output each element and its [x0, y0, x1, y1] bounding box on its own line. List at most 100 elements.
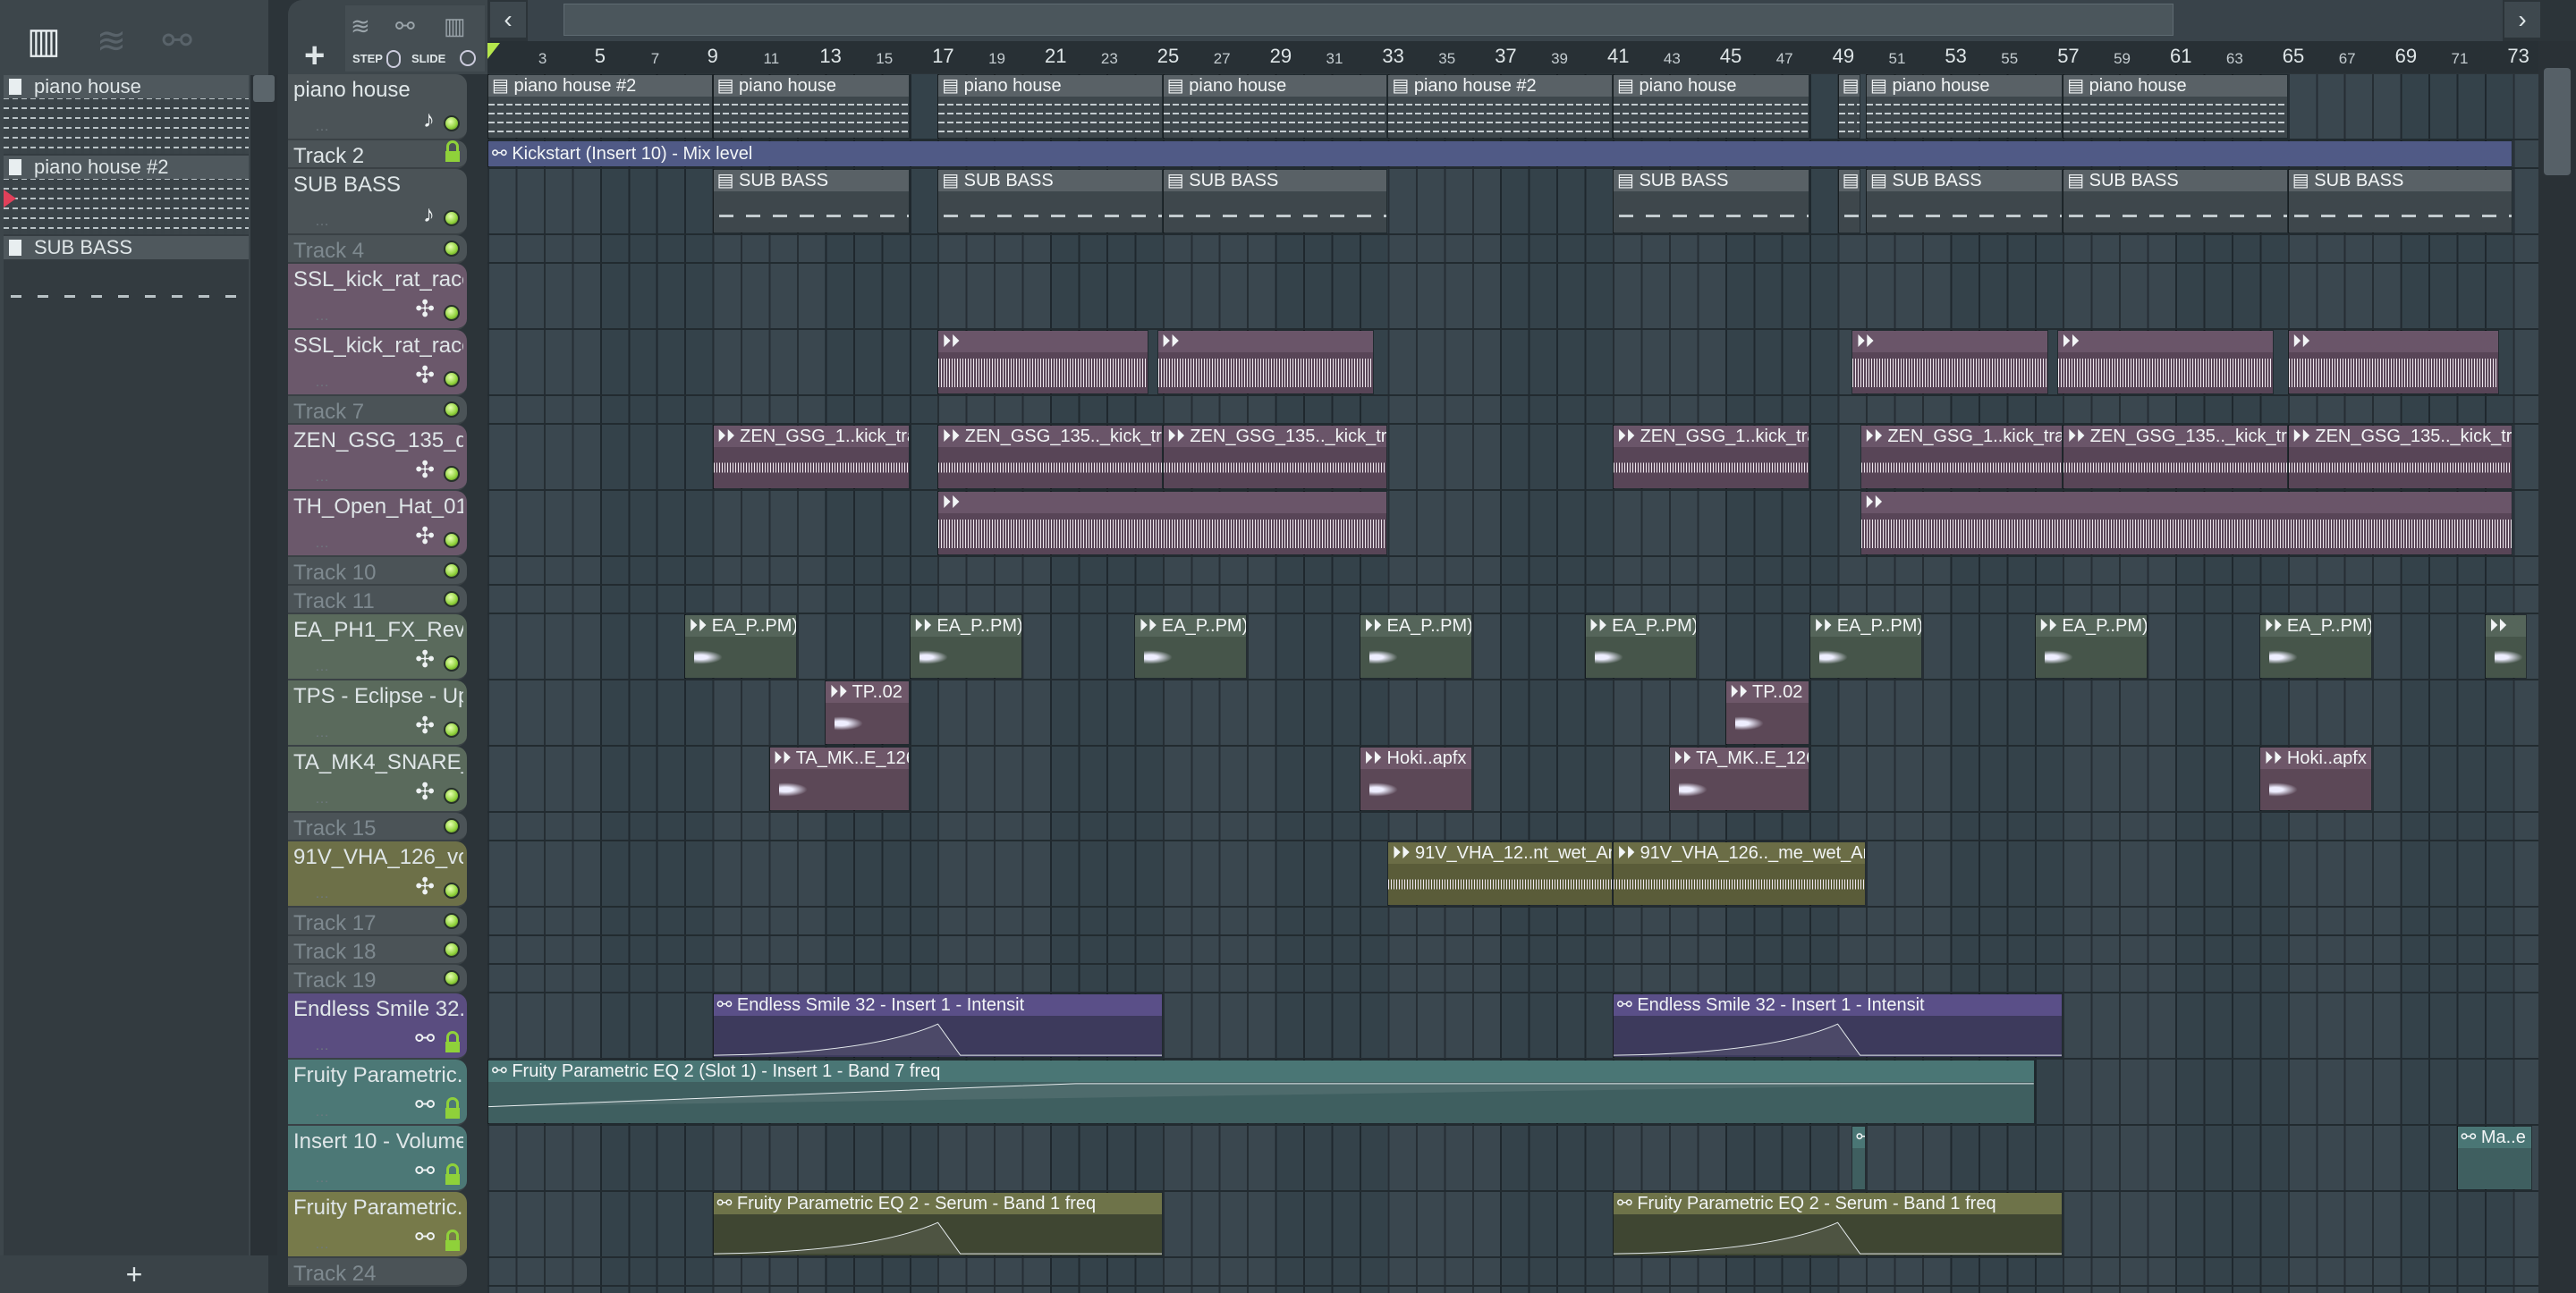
playlist-clip[interactable]: ▤ SUB BASS	[1613, 169, 1810, 233]
track-mute-led[interactable]	[444, 371, 460, 387]
track-header[interactable]: Track 18	[288, 936, 467, 965]
automation-clip-icon[interactable]: ⚯	[395, 13, 415, 40]
track-name[interactable]: Track 10	[293, 561, 463, 586]
track-options-icon[interactable]: …	[315, 659, 329, 675]
track-name[interactable]: EA_PH1_FX_Reve..	[293, 618, 463, 643]
playlist-clip[interactable]: ▤ piano house #2	[1387, 74, 1613, 139]
track-options-icon[interactable]: …	[315, 886, 329, 902]
automation-icon[interactable]: ⚯	[162, 21, 192, 62]
track-mute-led[interactable]	[444, 942, 460, 958]
playlist-clip[interactable]: ▤	[1837, 74, 1860, 139]
playlist-clip[interactable]: ⚯ Ma..e	[2456, 1126, 2533, 1190]
track-mute-led[interactable]	[444, 591, 460, 607]
song-overview[interactable]	[528, 0, 2503, 41]
track-name[interactable]: Track 17	[293, 911, 463, 936]
track-mute-led[interactable]	[444, 241, 460, 257]
track-header[interactable]: SSL_kick_rat_race … ✣	[288, 264, 467, 330]
track-header[interactable]: 91V_VHA_126_vo.. … ✣	[288, 841, 467, 908]
pattern-clip-icon[interactable]: ▥	[444, 13, 466, 40]
track-header[interactable]: piano house … ♪	[288, 74, 467, 140]
playlist-clip[interactable]: ⏵⏵ EA_P..PM)	[1809, 614, 1922, 679]
song-position-marker[interactable]	[487, 43, 500, 59]
pattern-item[interactable]: piano house #2	[4, 156, 249, 236]
playlist-clip[interactable]: ▤ piano house	[1613, 74, 1810, 139]
playlist-clip[interactable]: ▤ piano house	[2063, 74, 2288, 139]
track-header[interactable]: Track 10	[288, 557, 467, 586]
track-mute-led[interactable]	[444, 305, 460, 321]
track-header[interactable]: Track 4	[288, 235, 467, 264]
playlist-clip[interactable]: ⏵⏵	[2056, 330, 2275, 394]
playlist-clip[interactable]: ⏵⏵	[937, 491, 1388, 555]
track-name[interactable]: Track 7	[293, 400, 463, 425]
track-name[interactable]: SUB BASS	[293, 173, 463, 198]
track-name[interactable]: Track 19	[293, 968, 463, 993]
pattern-item[interactable]: piano house	[4, 75, 249, 156]
playlist-clip[interactable]: ⏵⏵ 91V_VHA_126.._me_wet_Am	[1613, 841, 1867, 906]
track-options-icon[interactable]: …	[315, 1170, 329, 1187]
track-mute-led[interactable]	[444, 913, 460, 929]
playlist-clip[interactable]: ⏵⏵	[2484, 614, 2528, 679]
playlist-clip[interactable]: ⏵⏵ ZEN_GSG_135.._kick_trax	[937, 425, 1163, 489]
track-options-icon[interactable]: …	[315, 536, 329, 552]
playlist-clip[interactable]: ▤ SUB BASS	[712, 169, 910, 233]
track-header[interactable]: Track 17	[288, 908, 467, 936]
track-mute-led[interactable]	[444, 466, 460, 482]
playlist-clip[interactable]: ▤ piano house	[1162, 74, 1388, 139]
track-name[interactable]: Track 18	[293, 940, 463, 965]
track-options-icon[interactable]: …	[315, 1038, 329, 1054]
playlist-clip[interactable]: ⚯ Kickstart (Insert 10) - Mix level	[487, 140, 2513, 167]
track-name[interactable]: Fruity Parametric..	[293, 1196, 463, 1221]
track-header[interactable]: Track 7	[288, 396, 467, 425]
playlist-clip[interactable]: ▤ SUB BASS	[937, 169, 1163, 233]
track-header[interactable]: Track 19	[288, 965, 467, 993]
track-name[interactable]: Track 24	[293, 1262, 463, 1287]
track-name[interactable]: Insert 10 - Volume	[293, 1129, 463, 1154]
track-name[interactable]: Track 11	[293, 589, 463, 614]
track-header[interactable]: EA_PH1_FX_Reve.. … ✣	[288, 614, 467, 680]
playlist-clip[interactable]: ⚯ Fruity Parametric EQ 2 - Serum - Band …	[1613, 1192, 2063, 1256]
playlist-clip[interactable]: ⚯ Endless Smile 32 - Insert 1 - Intensit	[1613, 993, 2063, 1058]
scroll-left-button[interactable]: ‹	[490, 2, 526, 38]
playlist-clip[interactable]: ⏵⏵ EA_P..PM)	[2034, 614, 2148, 679]
track-options-icon[interactable]: …	[315, 375, 329, 391]
playlist-clip[interactable]: ⏵⏵ EA_P..PM)	[1134, 614, 1248, 679]
track-mute-led[interactable]	[444, 818, 460, 834]
playlist-clip[interactable]: ⏵⏵ ZEN_GSG_1..kick_trax	[1860, 425, 2063, 489]
track-lock-icon[interactable]	[445, 1097, 460, 1119]
add-track-button[interactable]: +	[304, 36, 325, 76]
scroll-thumb[interactable]	[253, 75, 275, 102]
playlist-clip[interactable]: ▤	[1837, 169, 1860, 233]
playlist-clip[interactable]: ⏵⏵ EA_P..PM)	[1359, 614, 1472, 679]
playlist-clip[interactable]: ⏵⏵	[937, 330, 1149, 394]
track-lock-icon[interactable]	[445, 140, 460, 162]
playlist-clip[interactable]: ⏵⏵ EA_P..PM)	[2259, 614, 2373, 679]
playlist-clip[interactable]: ⚯ Fruity Parametric EQ 2 - Serum - Band …	[712, 1192, 1163, 1256]
playlist-clip[interactable]: ▤ piano house	[1866, 74, 2063, 139]
track-mute-led[interactable]	[444, 210, 460, 226]
track-header[interactable]: ZEN_GSG_135_dr.. … ✣	[288, 425, 467, 491]
track-mute-led[interactable]	[444, 401, 460, 418]
pattern-item[interactable]: SUB BASS	[4, 236, 249, 317]
playlist-clip[interactable]: ⚯	[1852, 1126, 1867, 1190]
track-mute-led[interactable]	[444, 970, 460, 986]
track-header[interactable]: SSL_kick_rat_race … ✣	[288, 330, 467, 396]
playlist-clip[interactable]: ▤ SUB BASS	[2063, 169, 2288, 233]
track-options-icon[interactable]: …	[315, 725, 329, 741]
track-name[interactable]: TH_Open_Hat_01	[293, 494, 463, 520]
track-options-icon[interactable]: …	[315, 791, 329, 807]
scroll-thumb[interactable]	[2544, 68, 2571, 175]
track-options-icon[interactable]: …	[315, 469, 329, 486]
playlist-clip[interactable]: ⏵⏵	[1157, 330, 1374, 394]
track-name[interactable]: Endless Smile 32..	[293, 997, 463, 1022]
playlist-clip[interactable]: ⚯ Fruity Parametric EQ 2 (Slot 1) - Inse…	[487, 1060, 2035, 1124]
audio-clip-icon[interactable]: ≋	[351, 13, 370, 40]
track-header[interactable]: Insert 10 - Volume … ⚯	[288, 1126, 467, 1192]
step-toggle[interactable]	[386, 50, 401, 68]
playlist-clip[interactable]: ⏵⏵ TP..02	[825, 680, 910, 745]
slide-mode-label[interactable]: SLIDE	[411, 52, 445, 65]
playlist-clip[interactable]: ▤ SUB BASS	[1162, 169, 1388, 233]
playlist-clip[interactable]: ▤ piano house #2	[487, 74, 713, 139]
track-name[interactable]: 91V_VHA_126_vo..	[293, 845, 463, 870]
track-options-icon[interactable]: …	[315, 119, 329, 135]
picker-scrollbar[interactable]	[250, 75, 277, 1255]
